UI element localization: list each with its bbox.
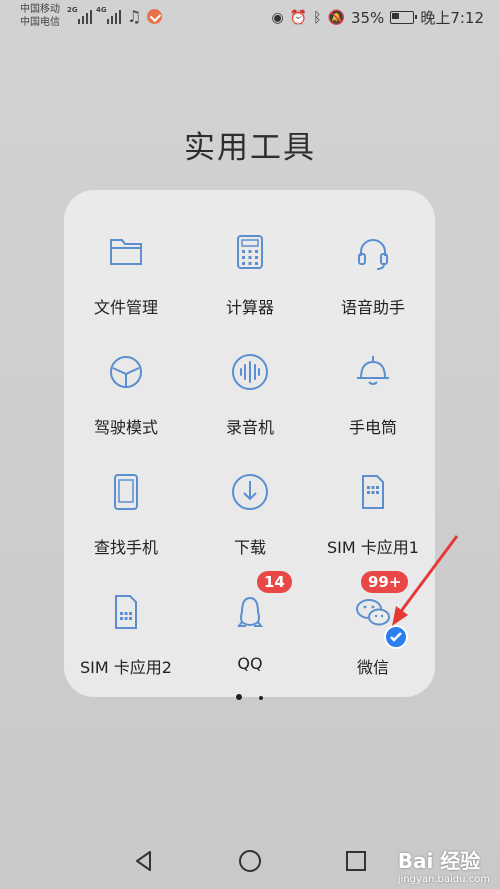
alarm-icon: ⏰: [289, 9, 308, 26]
app-flashlight[interactable]: 手电筒: [311, 310, 435, 437]
clock: 晚上7:12: [420, 9, 484, 27]
network-type-1: 2G: [67, 6, 78, 14]
eye-icon: ◉: [271, 9, 284, 26]
back-icon[interactable]: [132, 849, 156, 873]
sim-card-icon: [115, 595, 137, 629]
headset-icon: [358, 239, 388, 270]
folder-title[interactable]: 实用工具: [0, 122, 500, 167]
recents-icon[interactable]: [344, 849, 368, 873]
app-calculator[interactable]: 计算器: [188, 190, 312, 317]
battery-icon: [390, 11, 418, 24]
calculator-icon: [237, 235, 263, 269]
signal-icon-2: [107, 8, 121, 24]
status-icons: ◉ ⏰ ᛒ 🔕 35% 晚上7:12: [271, 7, 484, 28]
flashlight-icon: [357, 356, 389, 385]
page-dot-active: [235, 694, 242, 700]
app-wechat[interactable]: 99+ 微信: [311, 550, 435, 677]
notification-badge: 99+: [361, 571, 409, 593]
app-qq[interactable]: 14 QQ: [188, 550, 312, 673]
music-icon: ♫: [127, 7, 142, 26]
signal-icon-1: [78, 8, 92, 24]
carrier-1: 中国移动: [20, 4, 60, 15]
navigation-bar: Bai 经验 jingyan.baidu.com: [0, 835, 500, 889]
app-label: QQ: [237, 654, 263, 673]
qq-penguin-icon: [237, 596, 263, 627]
app-label: 微信: [356, 658, 389, 677]
app-download[interactable]: 下载: [188, 430, 312, 557]
network-type-2: 4G: [96, 6, 107, 14]
folder-panel: 文件管理 计算器 语音助手 驾驶模式 录音机 手电筒 查找手机 下载 SIM 卡…: [64, 190, 435, 700]
home-icon[interactable]: [238, 849, 262, 873]
app-sim-toolkit-1[interactable]: SIM 卡应用1: [311, 430, 435, 557]
app-sim-toolkit-2[interactable]: SIM 卡应用2: [64, 550, 188, 677]
app-driving-mode[interactable]: 驾驶模式: [64, 310, 188, 437]
voice-recorder-icon: [232, 354, 268, 390]
watermark-brand: Bai 经验: [397, 849, 481, 873]
sim-card-icon: [362, 475, 384, 509]
watermark-url: jingyan.baidu.com: [397, 874, 490, 885]
page-indicator: [64, 685, 435, 704]
app-find-phone[interactable]: 查找手机: [64, 430, 188, 557]
download-icon: [232, 474, 268, 510]
app-file-manager[interactable]: 文件管理: [64, 190, 188, 317]
wechat-icon: [356, 599, 390, 626]
folder-icon: [110, 239, 142, 265]
app-label: SIM 卡应用2: [80, 658, 172, 677]
bluetooth-icon: ᛒ: [313, 9, 322, 26]
status-bar: 中国移动 中国电信 2G 4G ♫ ◉ ⏰ ᛒ 🔕 35% 晚上7:12: [0, 0, 500, 34]
battery-percent: 35%: [350, 8, 385, 27]
steering-wheel-icon: [110, 356, 142, 388]
verified-check-icon: [384, 625, 408, 649]
carrier-2: 中国电信: [20, 17, 60, 28]
find-phone-icon: [114, 474, 138, 510]
notification-badge: 14: [257, 571, 292, 593]
watermark: Bai 经验 jingyan.baidu.com: [398, 845, 490, 885]
mute-icon: 🔕: [327, 9, 345, 26]
app-voice-assistant[interactable]: 语音助手: [311, 190, 435, 317]
carrier-labels: 中国移动 中国电信: [20, 3, 60, 29]
notification-app-icon: [147, 9, 162, 24]
app-recorder[interactable]: 录音机: [188, 310, 312, 437]
page-dot: [259, 696, 264, 700]
